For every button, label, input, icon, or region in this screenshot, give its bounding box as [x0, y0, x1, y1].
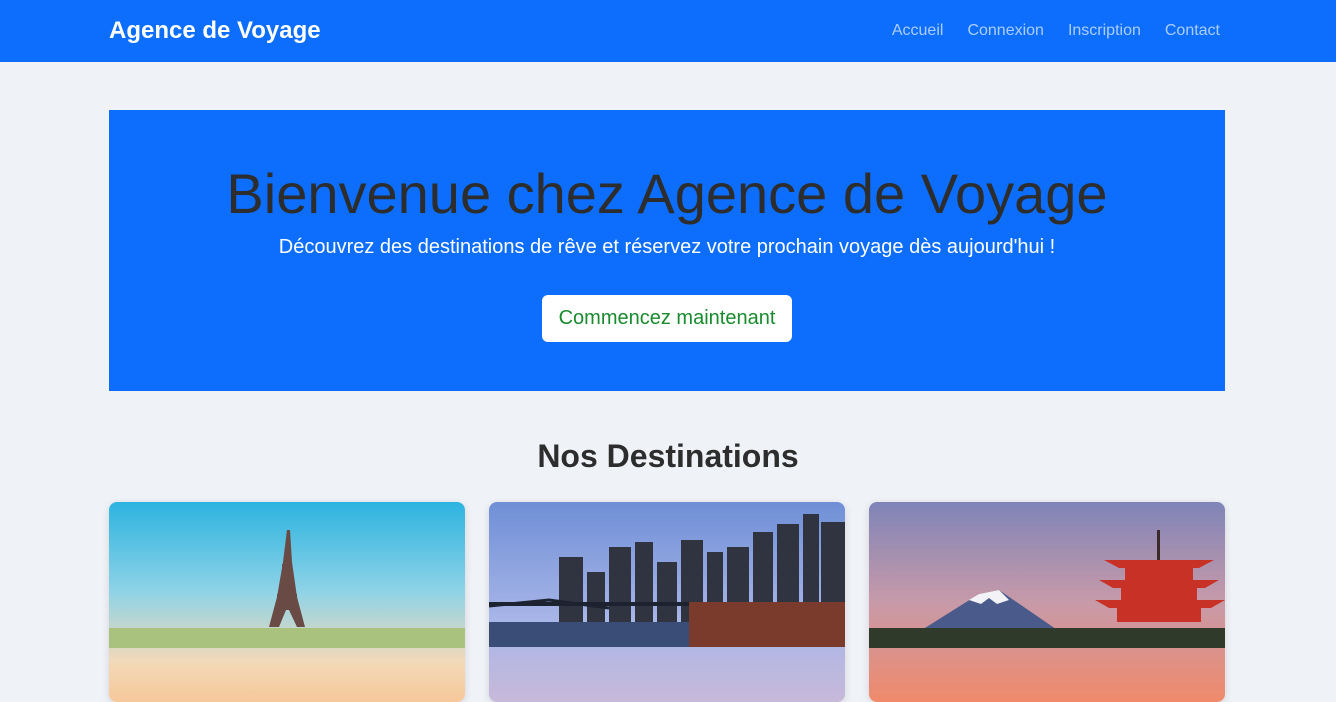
nav-link-inscription[interactable]: Inscription [1064, 22, 1145, 40]
destination-card-new-york[interactable] [489, 502, 845, 702]
nav-links: Accueil Connexion Inscription Contact [888, 22, 1224, 40]
brand-logo[interactable]: Agence de Voyage [109, 17, 321, 45]
hero-subtitle: Découvrez des destinations de rêve et ré… [278, 236, 1056, 258]
nav-link-accueil[interactable]: Accueil [888, 22, 948, 40]
nav-link-connexion[interactable]: Connexion [963, 22, 1048, 40]
japan-fuji-pagoda-image [869, 502, 1225, 702]
navbar: Agence de Voyage Accueil Connexion Inscr… [0, 0, 1336, 62]
new-york-skyline-image [489, 502, 845, 702]
destinations-list [109, 502, 1225, 702]
hero-banner: Bienvenue chez Agence de Voyage Découvre… [109, 110, 1225, 391]
destinations-title: Nos Destinations [537, 438, 799, 474]
paris-eiffel-image [109, 502, 465, 702]
destination-card-japan[interactable] [869, 502, 1225, 702]
hero-title: Bienvenue chez Agence de Voyage [226, 162, 1108, 225]
start-now-button[interactable]: Commencez maintenant [541, 295, 793, 342]
destination-card-paris[interactable] [109, 502, 465, 702]
nav-link-contact[interactable]: Contact [1161, 22, 1224, 40]
